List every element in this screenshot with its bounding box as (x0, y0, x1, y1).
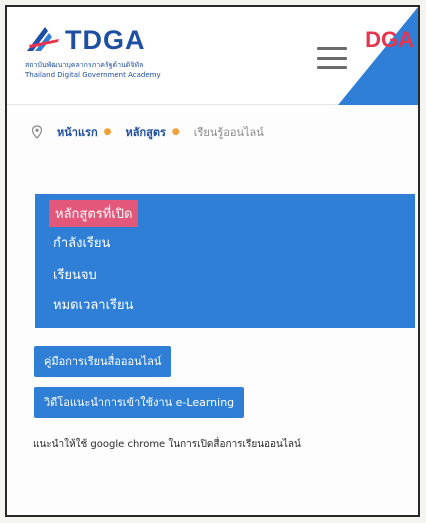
dga-corner-logo: DGA (338, 7, 418, 105)
menu-item-in-progress[interactable]: กำลังเรียน (53, 232, 110, 253)
app-frame: TDGA สถาบันพัฒนาบุคลากรภาครัฐด้านดิจิทัล… (5, 5, 420, 517)
breadcrumb: หน้าแรก ● หลักสูตร ● เรียนรู้ออนไลน์ (31, 121, 264, 143)
menu-item-completed[interactable]: เรียนจบ (53, 264, 97, 285)
menu-item-expired[interactable]: หมดเวลาเรียน (53, 294, 134, 315)
dga-logo-text: DGA (365, 27, 414, 52)
breadcrumb-courses[interactable]: หลักสูตร (125, 123, 165, 141)
logo-subtitle-en: Thailand Digital Government Academy (25, 71, 161, 79)
breadcrumb-home[interactable]: หน้าแรก (57, 123, 98, 141)
breadcrumb-separator-icon: ● (103, 127, 112, 137)
site-header: TDGA สถาบันพัฒนาบุคลากรภาครัฐด้านดิจิทัล… (7, 7, 418, 105)
logo-text: TDGA (65, 25, 146, 55)
course-status-menu: หลักสูตรที่เปิด กำลังเรียน เรียนจบ หมดเว… (35, 194, 415, 328)
menu-item-open-courses[interactable]: หลักสูตรที่เปิด (49, 200, 139, 227)
browser-recommendation-note: แนะนำให้ใช้ google chrome ในการเปิดสื่อก… (33, 439, 301, 450)
tdga-logo-mark-icon (27, 27, 59, 51)
breadcrumb-separator-icon: ● (171, 127, 180, 137)
corner-triangle (338, 7, 418, 105)
logo-subtitle-th: สถาบันพัฒนาบุคลากรภาครัฐด้านดิจิทัล (25, 61, 144, 69)
breadcrumb-current: เรียนรู้ออนไลน์ (193, 126, 264, 139)
location-pin-icon (31, 125, 43, 139)
elearning-intro-video-button[interactable]: วิดีโอแนะนำการเข้าใช้งาน e-Learning (34, 387, 245, 418)
online-learning-guide-button[interactable]: คู่มือการเรียนสื่อออนไลน์ (34, 346, 172, 377)
